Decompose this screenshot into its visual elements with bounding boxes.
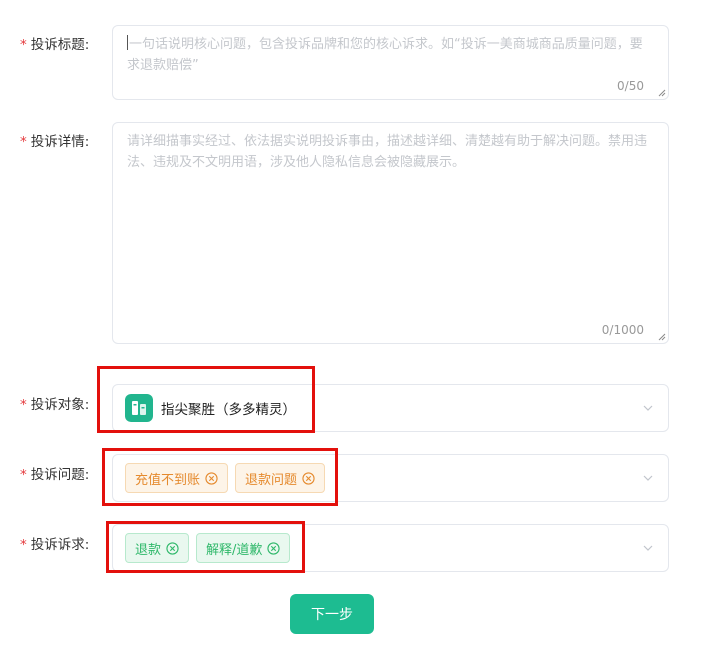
required-mark: * (20, 37, 27, 53)
close-circle-icon[interactable] (302, 471, 315, 485)
required-mark: * (20, 467, 27, 483)
demand-tag-label: 解释/道歉 (206, 542, 263, 558)
target-value: 指尖聚胜（多多精灵） (161, 402, 296, 418)
title-label: * 投诉标题: (20, 35, 89, 55)
next-step-button[interactable]: 下一步 (290, 594, 374, 634)
details-label-text: 投诉详情: (30, 134, 90, 150)
issue-tag: 退款问题 (235, 463, 326, 493)
issues-label: * 投诉问题: (20, 465, 89, 485)
demand-tag-label: 退款 (135, 542, 162, 558)
text-cursor (127, 35, 128, 50)
issue-tag: 充值不到账 (125, 463, 229, 493)
app-logo-icon (125, 394, 153, 422)
demands-select[interactable]: 退款 解释/道歉 (112, 524, 669, 572)
title-placeholder: 一句话说明核心问题，包含投诉品牌和您的核心诉求。如“投诉一美商城商品质量问题，要… (127, 34, 654, 76)
chevron-down-icon[interactable] (642, 402, 654, 414)
chevron-down-icon[interactable] (642, 472, 654, 484)
title-char-counter: 0/50 (617, 79, 644, 93)
issues-label-text: 投诉问题: (30, 467, 90, 483)
target-label-text: 投诉对象: (30, 397, 90, 413)
target-label: * 投诉对象: (20, 395, 89, 415)
chevron-down-icon[interactable] (642, 542, 654, 554)
demands-label-text: 投诉诉求: (30, 537, 90, 553)
resize-handle-icon[interactable] (658, 89, 666, 97)
required-mark: * (20, 537, 27, 553)
details-char-counter: 0/1000 (601, 323, 644, 337)
close-circle-icon[interactable] (166, 541, 179, 555)
title-label-text: 投诉标题: (30, 37, 90, 53)
issue-tag-label: 充值不到账 (135, 472, 201, 488)
required-mark: * (20, 397, 27, 413)
close-circle-icon[interactable] (267, 541, 281, 555)
required-mark: * (20, 134, 27, 150)
demand-tag: 解释/道歉 (196, 533, 291, 563)
details-placeholder: 请详细描事实经过、依法据实说明投诉事由，描述越详细、清楚越有助于解决问题。禁用违… (127, 134, 648, 170)
title-placeholder-text: 一句话说明核心问题，包含投诉品牌和您的核心诉求。如“投诉一美商城商品质量问题，要… (127, 37, 643, 73)
close-circle-icon[interactable] (205, 471, 218, 485)
demand-tag: 退款 (125, 533, 190, 563)
details-label: * 投诉详情: (20, 132, 89, 152)
demands-label: * 投诉诉求: (20, 535, 89, 555)
title-input[interactable]: 一句话说明核心问题，包含投诉品牌和您的核心诉求。如“投诉一美商城商品质量问题，要… (112, 25, 669, 100)
issues-select[interactable]: 充值不到账 退款问题 (112, 454, 669, 502)
details-input[interactable]: 请详细描事实经过、依法据实说明投诉事由，描述越详细、清楚越有助于解决问题。禁用违… (112, 122, 669, 344)
target-select[interactable]: 指尖聚胜（多多精灵） (112, 384, 669, 432)
issue-tag-label: 退款问题 (245, 472, 298, 488)
resize-handle-icon[interactable] (658, 333, 666, 341)
